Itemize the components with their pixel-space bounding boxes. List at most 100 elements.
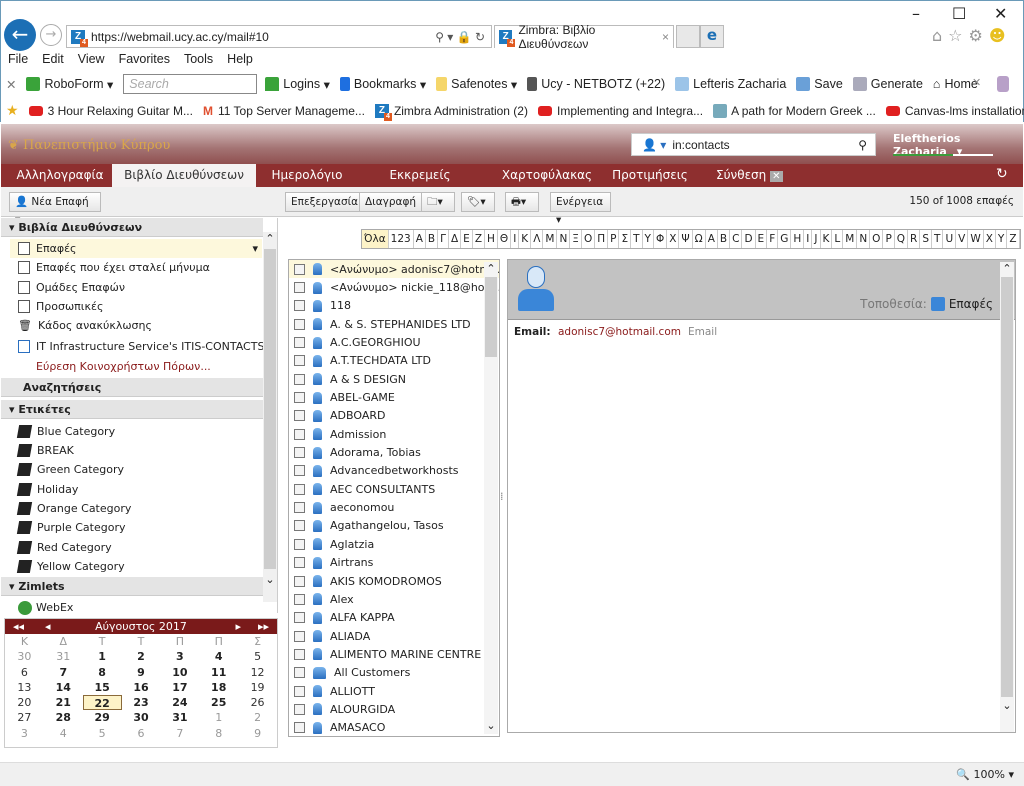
roboform-search[interactable]: Search	[123, 74, 258, 94]
calendar-day[interactable]: 26	[238, 695, 277, 710]
calendar-day[interactable]: 22	[82, 695, 122, 711]
tag-holiday[interactable]: Holiday	[16, 480, 78, 499]
alphabet-letter[interactable]: Ν	[557, 230, 571, 248]
calendar-day[interactable]: 6	[5, 665, 44, 680]
calendar-day[interactable]: 1	[83, 649, 122, 664]
forward-button[interactable]: →	[40, 24, 62, 46]
calendar-day[interactable]: 13	[5, 680, 44, 695]
alphabet-letter[interactable]: F	[767, 230, 779, 248]
safenotes-button[interactable]: Safenotes ▾	[436, 77, 517, 92]
contact-row[interactable]: All Customers	[289, 664, 499, 682]
delete-button[interactable]: Διαγραφή	[359, 192, 423, 212]
addressbooks-header[interactable]: ▾ Βιβλία Διευθύνσεων	[1, 218, 263, 237]
sidebar-item-contact-groups[interactable]: Ομάδες Επαφών	[18, 278, 125, 297]
back-button[interactable]: ←	[4, 19, 36, 51]
alphabet-letter[interactable]: I	[804, 230, 813, 248]
tag-purple[interactable]: Purple Category	[16, 518, 125, 537]
contact-checkbox[interactable]	[294, 612, 305, 624]
prev-year-button[interactable]: ◂◂	[13, 619, 24, 634]
calendar-day[interactable]: 7	[44, 665, 83, 680]
contact-row[interactable]: aeconomou	[289, 498, 499, 516]
calendar-day[interactable]: 7	[160, 726, 199, 741]
contact-row[interactable]: ABEL-GAME	[289, 388, 499, 406]
contact-row[interactable]: Adorama, Tobias	[289, 443, 499, 461]
calendar-day[interactable]: 3	[5, 726, 44, 741]
alphabet-letter[interactable]: Υ	[643, 230, 654, 248]
alphabet-letter[interactable]: 123	[389, 230, 414, 248]
alphabet-letter[interactable]: Φ	[654, 230, 668, 248]
calendar-day[interactable]: 23	[122, 695, 161, 710]
move-button[interactable]: 🗀▾	[421, 192, 455, 212]
alphabet-letter[interactable]: Y	[996, 230, 1008, 248]
alphabet-letter[interactable]: J	[812, 230, 821, 248]
contact-checkbox[interactable]	[294, 392, 305, 404]
calendar-day[interactable]: 9	[238, 726, 277, 741]
contact-row[interactable]: Airtrans	[289, 554, 499, 572]
contact-checkbox[interactable]	[294, 263, 305, 275]
contact-row[interactable]: <Ανώνυμο> adonisc7@hotm...	[289, 260, 499, 279]
contact-row[interactable]: Admission	[289, 425, 499, 443]
logins-button[interactable]: Logins ▾	[265, 77, 330, 92]
calendar-day[interactable]: 9	[122, 665, 161, 680]
favorite-item[interactable]: 3 Hour Relaxing Guitar M...	[28, 104, 193, 118]
favorite-item[interactable]: ZZimbra Administration (2)	[374, 103, 528, 121]
calendar-day[interactable]: 30	[122, 710, 161, 725]
calendar-day[interactable]: 31	[160, 710, 199, 725]
contact-checkbox[interactable]	[294, 703, 305, 715]
calendar-day[interactable]: 20	[5, 695, 44, 710]
contact-checkbox[interactable]	[294, 318, 305, 330]
favorites-star-icon[interactable]: ★	[6, 102, 19, 119]
calendar-day[interactable]: 3	[160, 649, 199, 664]
searches-header[interactable]: Αναζητήσεις	[1, 378, 263, 397]
favorite-item[interactable]: A path for Modern Greek ...	[713, 103, 876, 118]
edit-button[interactable]: Επεξεργασία	[285, 192, 365, 212]
contact-row[interactable]: Advancedbetworkhosts	[289, 462, 499, 480]
find-shares-link[interactable]: Εύρεση Κοινοχρήστων Πόρων...	[36, 357, 211, 376]
contact-checkbox[interactable]	[294, 410, 305, 422]
alphabet-letter[interactable]: Q	[895, 230, 909, 248]
tag-break[interactable]: BREAK	[16, 441, 74, 460]
alphabet-letter[interactable]: Όλα	[362, 230, 389, 248]
calendar-day[interactable]: 19	[238, 680, 277, 695]
calendar-day[interactable]: 28	[44, 710, 83, 725]
tab-preferences[interactable]: Προτιμήσεις	[610, 164, 690, 187]
calendar-day[interactable]: 29	[83, 710, 122, 725]
alphabet-letter[interactable]: Η	[485, 230, 498, 248]
contact-row[interactable]: ALOURGIDA	[289, 700, 499, 718]
shield-icon[interactable]	[997, 76, 1009, 92]
calendar-day[interactable]: 15	[83, 680, 122, 695]
contact-row[interactable]: Alex	[289, 590, 499, 608]
zimlets-header[interactable]: ▾ Zimlets	[1, 577, 263, 596]
generate-button[interactable]: Generate	[852, 77, 923, 91]
contact-search-type-icon[interactable]: 👤 ▾	[642, 138, 666, 152]
alphabet-letter[interactable]: Λ	[531, 230, 544, 248]
alphabet-letter[interactable]: Β	[426, 230, 439, 248]
alphabet-letter[interactable]: B	[718, 230, 731, 248]
new-contact-button[interactable]: 👤 Νέα Επαφή ▾	[9, 192, 101, 226]
calendar-day[interactable]: 18	[199, 680, 238, 695]
browser-tab[interactable]: ZZimbra: Βιβλίο Διευθύνσεων ×	[494, 23, 674, 51]
alphabet-letter[interactable]: Δ	[449, 230, 462, 248]
calendar-day[interactable]: 24	[160, 695, 199, 710]
sidebar-item-personal[interactable]: Προσωπικές	[18, 297, 103, 316]
menu-file[interactable]: File	[8, 52, 28, 66]
menu-view[interactable]: View	[78, 52, 105, 66]
tag-button[interactable]: 🏷▾	[461, 192, 495, 212]
alphabet-letter[interactable]: Z	[1007, 230, 1020, 248]
contact-checkbox[interactable]	[294, 355, 305, 367]
calendar-day[interactable]: 27	[5, 710, 44, 725]
alphabet-letter[interactable]: P	[883, 230, 895, 248]
alphabet-letter[interactable]: E	[756, 230, 768, 248]
contact-checkbox[interactable]	[294, 538, 305, 550]
calendar-day[interactable]: 5	[238, 649, 277, 664]
search-input[interactable]: in:contacts	[672, 137, 730, 152]
menu-tools[interactable]: Tools	[184, 52, 213, 66]
alphabet-letter[interactable]: S	[920, 230, 933, 248]
close-window-button[interactable]: ✕	[994, 4, 1007, 23]
calendar-day[interactable]: 2	[238, 710, 277, 725]
calendar-day[interactable]: 25	[199, 695, 238, 710]
contact-checkbox[interactable]	[294, 502, 305, 514]
sidebar-item-emailed-contacts[interactable]: Επαφές που έχει σταλεί μήνυμα	[18, 258, 210, 277]
calendar-day[interactable]: 5	[83, 726, 122, 741]
alphabet-letter[interactable]: O	[870, 230, 884, 248]
